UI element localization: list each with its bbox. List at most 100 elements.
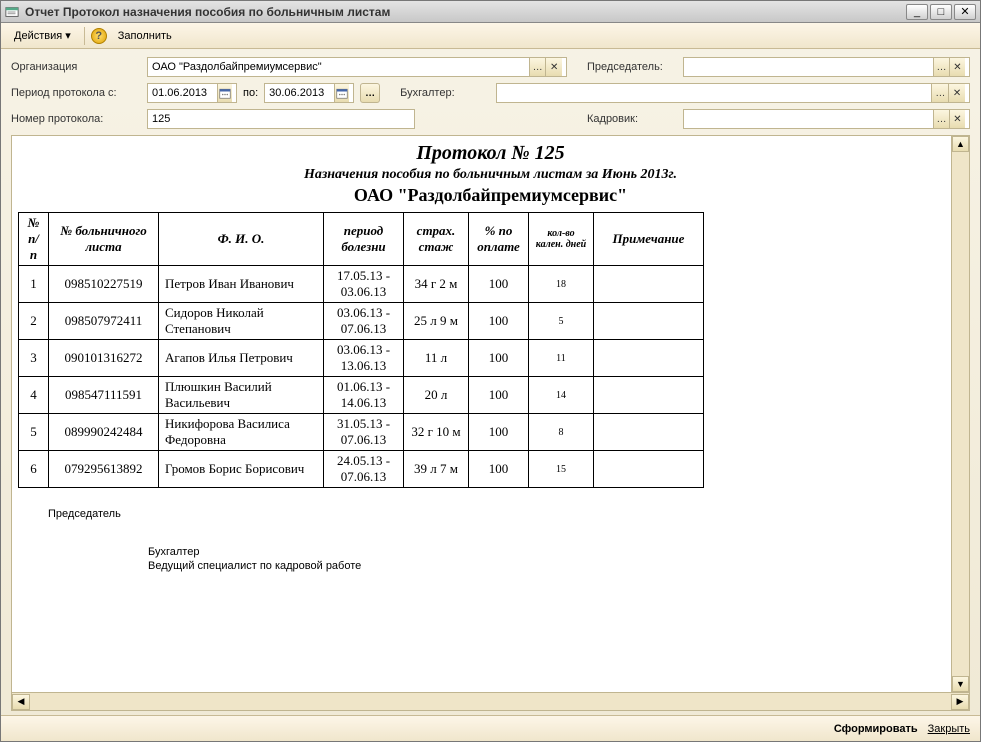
minimize-button[interactable]: _ — [906, 4, 928, 20]
accountant-value[interactable] — [501, 87, 931, 99]
hr-clear-button[interactable]: ✕ — [949, 110, 965, 128]
chairman-select-button[interactable]: … — [933, 58, 949, 76]
th-note: Примечание — [594, 213, 704, 266]
table-row: 6079295613892Громов Борис Борисович24.05… — [19, 451, 704, 488]
th-pay: % по оплате — [469, 213, 529, 266]
accountant-input[interactable]: … ✕ — [496, 83, 970, 103]
th-staj: страх. стаж — [404, 213, 469, 266]
th-fio: Ф. И. О. — [159, 213, 324, 266]
calendar-icon — [336, 87, 348, 99]
period-label: Период протокола с: — [11, 87, 141, 99]
cell-days: 5 — [529, 303, 594, 340]
th-num: № больничного листа — [49, 213, 159, 266]
report-body: Протокол № 125 Назначения пособия по бол… — [12, 136, 969, 692]
close-button[interactable]: Закрыть — [928, 723, 970, 735]
num-value[interactable] — [152, 113, 410, 125]
date-to-input[interactable] — [264, 83, 354, 103]
calendar-icon — [219, 87, 231, 99]
cell-period: 24.05.13 - 07.06.13 — [324, 451, 404, 488]
table-row: 5089990242484Никифорова Василиса Федоров… — [19, 414, 704, 451]
org-label: Организация — [11, 61, 141, 73]
table-row: 1098510227519Петров Иван Иванович17.05.1… — [19, 266, 704, 303]
cell-pay: 100 — [469, 451, 529, 488]
cell-period: 31.05.13 - 07.06.13 — [324, 414, 404, 451]
hr-value[interactable] — [688, 113, 933, 125]
cell-days: 8 — [529, 414, 594, 451]
cell-n: 5 — [19, 414, 49, 451]
date-from-input[interactable] — [147, 83, 237, 103]
footer-bar: Сформировать Закрыть — [1, 715, 980, 741]
scroll-left-button[interactable]: ◀ — [12, 694, 30, 710]
date-to-value[interactable] — [269, 87, 334, 99]
hr-input[interactable]: … ✕ — [683, 109, 970, 129]
chairman-clear-button[interactable]: ✕ — [949, 58, 965, 76]
cell-num: 098507972411 — [49, 303, 159, 340]
org-clear-button[interactable]: ✕ — [545, 58, 562, 76]
cell-fio: Петров Иван Иванович — [159, 266, 324, 303]
fill-button[interactable]: Заполнить — [111, 27, 179, 45]
close-window-button[interactable]: ✕ — [954, 4, 976, 20]
cell-note — [594, 451, 704, 488]
period-selector-button[interactable]: … — [360, 83, 380, 103]
table-row: 4098547111591Плюшкин Василий Васильевич0… — [19, 377, 704, 414]
cell-n: 4 — [19, 377, 49, 414]
table-row: 3090101316272Агапов Илья Петрович03.06.1… — [19, 340, 704, 377]
cell-period: 03.06.13 - 07.06.13 — [324, 303, 404, 340]
sig-hr: Ведущий специалист по кадровой работе — [148, 560, 963, 572]
org-select-button[interactable]: … — [529, 58, 546, 76]
th-np: № п/п — [19, 213, 49, 266]
signatures-block: Председатель Бухгалтер Ведущий специалис… — [48, 508, 963, 572]
chairman-value[interactable] — [688, 61, 933, 73]
num-input[interactable] — [147, 109, 415, 129]
titlebar[interactable]: Отчет Протокол назначения пособия по бол… — [1, 1, 980, 23]
form-area: Организация … ✕ Председатель: … ✕ Период… — [1, 49, 980, 133]
report-table: № п/п № больничного листа Ф. И. О. перио… — [18, 212, 704, 488]
cell-period: 01.06.13 - 14.06.13 — [324, 377, 404, 414]
horizontal-scrollbar[interactable]: ◀ ▶ — [12, 692, 969, 710]
cell-fio: Плюшкин Василий Васильевич — [159, 377, 324, 414]
cell-fio: Громов Борис Борисович — [159, 451, 324, 488]
report-area: Протокол № 125 Назначения пособия по бол… — [11, 135, 970, 711]
cell-n: 2 — [19, 303, 49, 340]
accountant-select-button[interactable]: … — [931, 84, 948, 102]
cell-num: 079295613892 — [49, 451, 159, 488]
vertical-scrollbar[interactable]: ▲ ▼ — [951, 136, 969, 692]
window-title: Отчет Протокол назначения пособия по бол… — [25, 5, 906, 19]
cell-staj: 39 л 7 м — [404, 451, 469, 488]
date-from-cal-button[interactable] — [217, 84, 232, 102]
cell-period: 03.06.13 - 13.06.13 — [324, 340, 404, 377]
date-from-value[interactable] — [152, 87, 217, 99]
report-subtitle: Назначения пособия по больничным листам … — [18, 167, 963, 183]
report-window: Отчет Протокол назначения пособия по бол… — [0, 0, 981, 742]
vscroll-track[interactable] — [952, 152, 969, 676]
num-label: Номер протокола: — [11, 113, 141, 125]
org-input[interactable]: … ✕ — [147, 57, 567, 77]
cell-pay: 100 — [469, 377, 529, 414]
actions-menu[interactable]: Действия ▾ — [7, 26, 78, 45]
cell-n: 6 — [19, 451, 49, 488]
help-icon[interactable]: ? — [91, 28, 107, 44]
cell-pay: 100 — [469, 266, 529, 303]
cell-days: 18 — [529, 266, 594, 303]
cell-num: 098510227519 — [49, 266, 159, 303]
scroll-down-button[interactable]: ▼ — [952, 676, 969, 692]
fill-label: Заполнить — [118, 30, 172, 42]
scroll-up-button[interactable]: ▲ — [952, 136, 969, 152]
cell-fio: Сидоров Николай Степанович — [159, 303, 324, 340]
chairman-label: Председатель: — [587, 61, 677, 73]
accountant-clear-button[interactable]: ✕ — [948, 84, 965, 102]
chairman-input[interactable]: … ✕ — [683, 57, 970, 77]
cell-n: 1 — [19, 266, 49, 303]
cell-fio: Никифорова Василиса Федоровна — [159, 414, 324, 451]
cell-pay: 100 — [469, 303, 529, 340]
actions-label: Действия — [14, 30, 62, 42]
cell-days: 15 — [529, 451, 594, 488]
generate-button[interactable]: Сформировать — [834, 723, 918, 735]
date-to-cal-button[interactable] — [334, 84, 349, 102]
th-days: кол-во кален. дней — [529, 213, 594, 266]
org-value[interactable] — [152, 61, 529, 73]
cell-staj: 25 л 9 м — [404, 303, 469, 340]
hr-select-button[interactable]: … — [933, 110, 949, 128]
scroll-right-button[interactable]: ▶ — [951, 694, 969, 710]
maximize-button[interactable]: □ — [930, 4, 952, 20]
